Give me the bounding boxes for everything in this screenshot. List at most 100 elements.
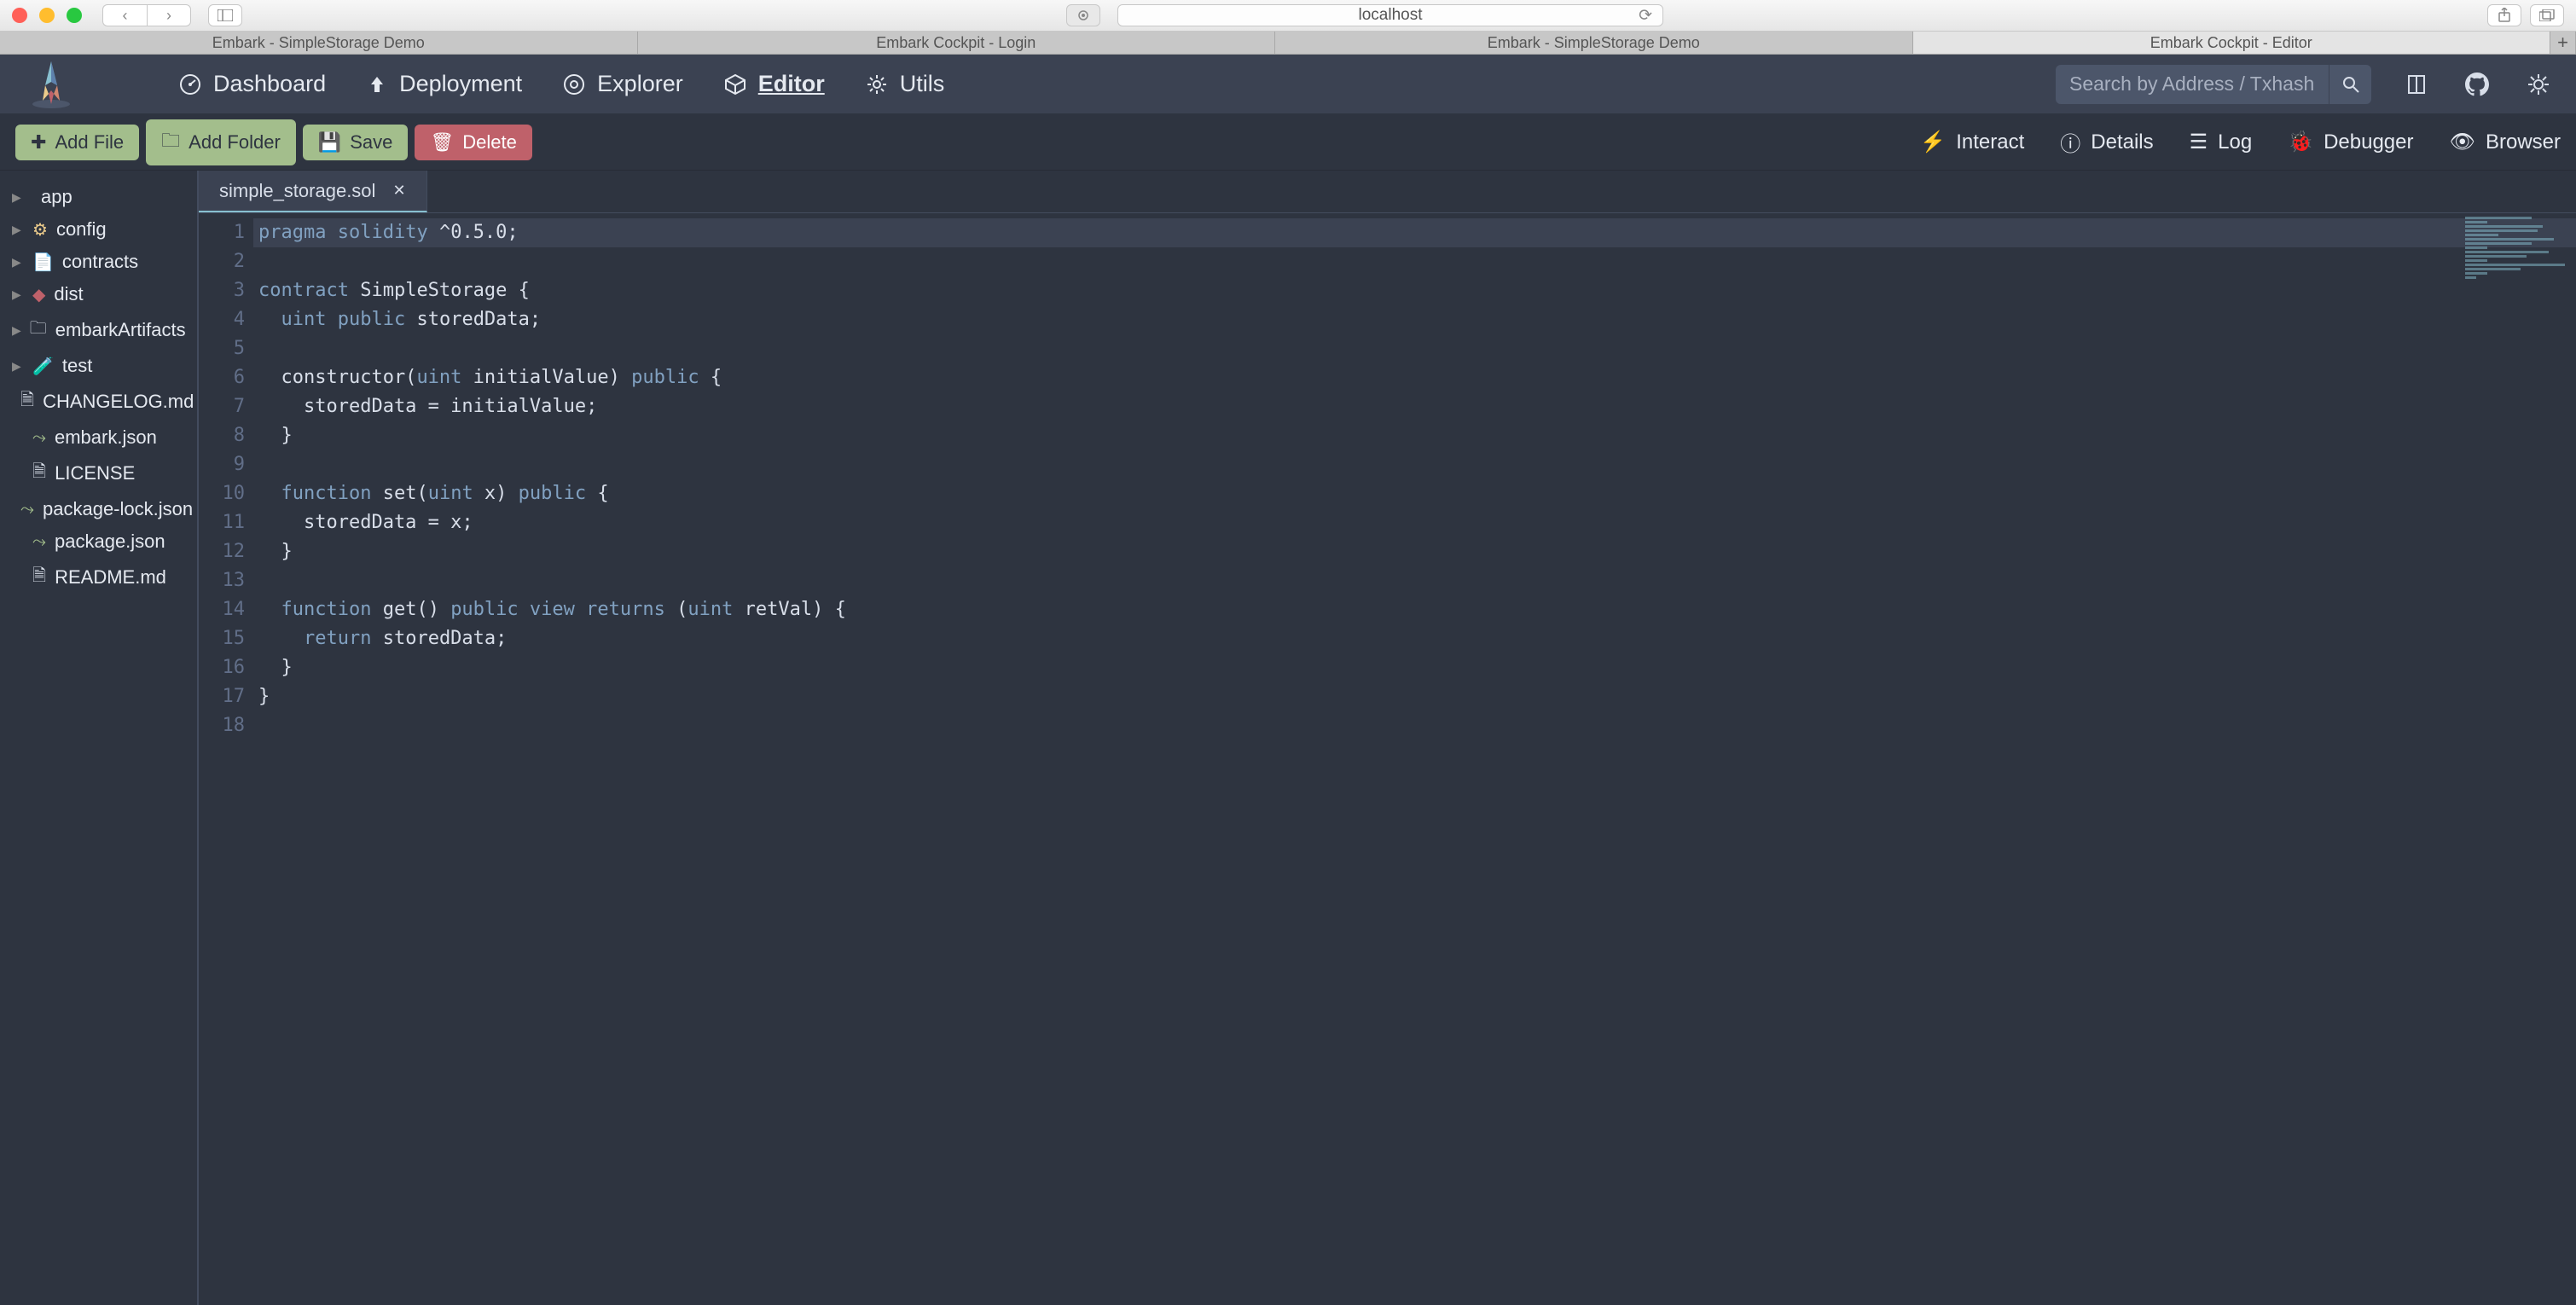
json-icon: ⤳ [32,532,46,552]
reader-button[interactable] [1066,4,1100,26]
tree-file[interactable]: ⤳package-lock.json [0,493,197,525]
nav-label: Utils [900,71,945,97]
url-text: localhost [1359,6,1423,25]
tree-item-label: embark.json [55,426,157,449]
browser-tab-label: Embark - SimpleStorage Demo [212,34,425,52]
file-tabs: simple_storage.sol ✕ [199,171,2576,213]
nav-label: Editor [758,71,825,97]
tree-item-label: package-lock.json [43,498,193,520]
panel-log[interactable]: ☰ Log [2190,127,2253,157]
tree-file[interactable]: 🗎README.md [0,558,197,597]
nav-label: Deployment [399,71,522,97]
cube-icon [724,73,746,96]
json-icon: ⤳ [32,428,46,448]
tree-folder[interactable]: ▶📄contracts [0,246,197,278]
sidebar-toggle-button[interactable] [208,4,242,26]
docs-icon[interactable] [2405,73,2428,96]
tabs-button[interactable] [2530,4,2564,26]
tree-item-label: CHANGELOG.md [43,391,194,413]
nav-items: Dashboard Deployment Explorer Editor Uti… [179,71,944,97]
nav-utils[interactable]: Utils [866,71,945,97]
panel-debugger[interactable]: 🐞Debugger [2288,127,2413,157]
browser-tab[interactable]: Embark - SimpleStorage Demo [1275,32,1913,54]
search-input[interactable] [2056,65,2329,104]
folder-icon: 🗀 [30,316,47,345]
chevron-right-icon: ▶ [12,190,24,205]
back-button[interactable]: ‹ [102,4,147,26]
nav-dashboard[interactable]: Dashboard [179,71,326,97]
code-content[interactable]: pragma solidity ^0.5.0; contract SimpleS… [258,213,2576,1305]
add-file-button[interactable]: ✚ Add File [15,125,139,160]
close-icon[interactable]: ✕ [392,182,405,200]
test-icon: 🧪 [32,356,54,377]
save-button[interactable]: 💾Save [303,125,409,160]
minimize-window-icon[interactable] [39,8,55,23]
nav-label: Dashboard [213,71,326,97]
github-icon[interactable] [2465,72,2489,96]
chevron-right-icon: ▶ [12,323,21,338]
maximize-window-icon[interactable] [67,8,82,23]
dashboard-icon [179,73,201,96]
browser-tab-label: Embark Cockpit - Editor [2150,34,2312,52]
panel-browser[interactable]: 👁 Browser [2450,127,2561,157]
nav-deployment[interactable]: Deployment [367,71,522,97]
tree-folder[interactable]: ▶⚙config [0,213,197,246]
eye-icon: 👁 [2450,130,2475,154]
line-gutter: 123456789101112131415161718 [199,213,258,1305]
browser-tabs: Embark - SimpleStorage Demo Embark Cockp… [0,32,2576,55]
new-tab-button[interactable]: + [2550,32,2576,54]
tree-file[interactable]: ⤳ embark.json [0,421,197,454]
chevron-right-icon: ▶ [12,287,24,302]
app-nav: Dashboard Deployment Explorer Editor Uti… [0,55,2576,114]
panel-label: Debugger [2324,130,2413,154]
file-tree[interactable]: ▶app▶⚙config▶📄contracts▶◆dist▶🗀embarkArt… [0,171,199,1305]
panel-label: Browser [2486,130,2561,154]
search-button[interactable] [2329,65,2371,104]
panel-label: Log [2218,130,2252,154]
nav-explorer[interactable]: Explorer [563,71,683,97]
list-icon: ☰ [2190,130,2208,154]
tree-folder[interactable]: ▶🧪test [0,350,197,382]
nav-editor[interactable]: Editor [724,71,825,97]
close-window-icon[interactable] [12,8,27,23]
code-area[interactable]: 123456789101112131415161718 pragma solid… [199,213,2576,1305]
delete-button[interactable]: 🗑Delete [415,125,532,160]
bolt-icon: ⚡ [1920,130,1946,154]
reload-icon[interactable]: ⟳ [1639,6,1652,26]
share-button[interactable] [2487,4,2521,26]
save-icon: 💾 [318,131,341,154]
embark-logo[interactable] [26,59,77,110]
nav-right-icons [2405,72,2550,96]
settings-icon[interactable] [2527,72,2550,96]
tree-folder[interactable]: ▶app [0,181,197,213]
forward-button[interactable]: › [147,4,191,26]
file-tab[interactable]: simple_storage.sol ✕ [199,171,427,212]
browser-tab-active[interactable]: Embark Cockpit - Editor [1913,32,2551,54]
tree-item-label: contracts [62,251,138,273]
browser-tab[interactable]: Embark - SimpleStorage Demo [0,32,638,54]
panel-details[interactable]: ⓘDetails [2060,127,2153,157]
gear-icon: ⚙ [32,219,48,241]
trash-icon: 🗑 [430,131,454,154]
tree-file[interactable]: 🗎 LICENSE [0,454,197,493]
tree-file[interactable]: 🗎CHANGELOG.md [0,382,197,421]
plus-icon: ✚ [31,131,46,154]
browser-tab-label: Embark Cockpit - Login [876,34,1036,52]
tree-folder[interactable]: ▶◆dist [0,278,197,310]
tree-item-label: README.md [55,566,166,589]
tree-item-label: LICENSE [55,462,135,484]
browser-tab-label: Embark - SimpleStorage Demo [1488,34,1700,52]
panel-interact[interactable]: ⚡Interact [1920,127,2024,157]
gear-icon [866,73,888,96]
tree-file[interactable]: ⤳package.json [0,525,197,558]
add-folder-button[interactable]: 🗀Add Folder [146,119,296,165]
tree-folder[interactable]: ▶🗀embarkArtifacts [0,310,197,350]
file-icon: 🗎 [32,459,46,488]
browser-tab[interactable]: Embark Cockpit - Login [638,32,1276,54]
panel-tabs: ⚡Interact ⓘDetails ☰ Log 🐞Debugger 👁 Brows… [1920,127,2561,157]
editor-toolbar: ✚ Add File 🗀Add Folder 💾Save 🗑Delete ⚡Int… [0,114,2576,171]
url-bar[interactable]: localhost ⟳ [1117,4,1663,26]
button-label: Add File [55,131,124,154]
minimap[interactable] [2465,217,2576,268]
chevron-right-icon: ▶ [12,223,24,237]
